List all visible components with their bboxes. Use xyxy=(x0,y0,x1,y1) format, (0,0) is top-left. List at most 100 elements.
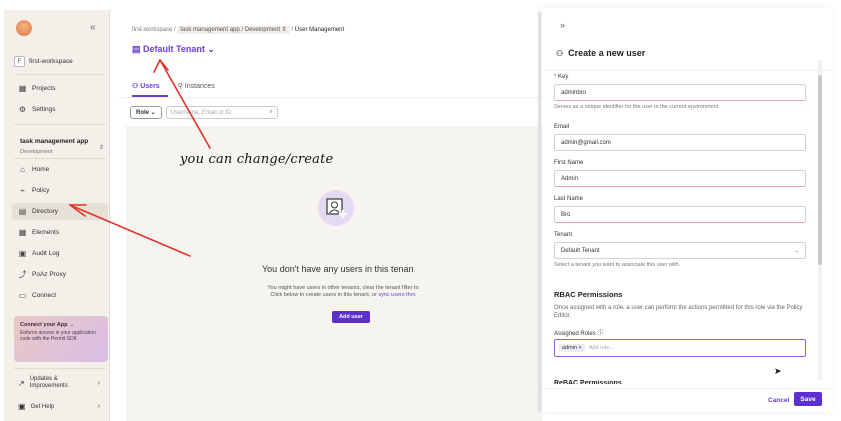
rbac-desc: Once assigned with a role, a user can pe… xyxy=(554,305,803,320)
drawer-title: ⚇ Create a new user xyxy=(556,48,645,58)
sidebar: « F first-workspace ▦ Projects ⚙ Setting… xyxy=(4,10,110,421)
role-chip-admin[interactable]: admin × xyxy=(559,344,585,352)
breadcrumb-separator: / xyxy=(174,27,176,33)
home-icon: ⌂ xyxy=(20,165,25,174)
logo-icon xyxy=(16,20,32,36)
drawer-collapse-button[interactable]: » xyxy=(560,20,565,30)
sidebar-item-home[interactable]: ⌂ Home xyxy=(12,161,108,178)
breadcrumb-app-env[interactable]: task management app / Development ⇕ xyxy=(177,26,290,34)
chevron-updown-icon: ⇕ xyxy=(99,145,105,151)
add-user-button[interactable]: Add user xyxy=(332,311,370,323)
key-label: * Key xyxy=(554,74,568,80)
save-button[interactable]: Save xyxy=(794,392,822,406)
key-input[interactable]: adminbro xyxy=(554,84,806,101)
sidebar-item-label: Settings xyxy=(32,106,56,113)
last-name-value: Bro xyxy=(561,211,571,218)
empty-desc-line: You might have users in other tenants, c… xyxy=(267,285,419,291)
assigned-roles-label: Assigned Roles ⓘ xyxy=(554,331,604,337)
app-name: task management app xyxy=(20,138,89,145)
annotation-text: you can change/create xyxy=(180,152,334,167)
proxy-icon: ⤴ xyxy=(18,270,27,279)
user-icon: ⚇ xyxy=(556,48,564,58)
tab-label: Instances xyxy=(184,83,215,90)
rebac-title: ReBAC Permissions xyxy=(554,380,622,384)
tenant-label: Tenant xyxy=(554,232,573,238)
sidebar-item-policy[interactable]: ⌁ Policy xyxy=(12,182,108,199)
sidebar-item-label: Updates & Improvements xyxy=(29,376,68,390)
top-strip xyxy=(0,0,841,6)
cancel-button[interactable]: Cancel xyxy=(768,397,789,404)
sidebar-item-directory[interactable]: ▤ Directory xyxy=(12,203,108,220)
elements-icon: ▦ xyxy=(18,228,27,237)
workspace-badge: F xyxy=(14,56,25,67)
empty-desc-line: Click below to create users in this tena… xyxy=(270,292,377,299)
email-label: Email xyxy=(554,124,570,130)
instances-icon: ⚲ xyxy=(177,83,185,90)
user-frame-icon xyxy=(326,198,347,218)
last-name-label: Last Name xyxy=(554,196,584,202)
sidebar-item-label: Connect xyxy=(32,292,57,299)
updates-icon: ↗ xyxy=(18,378,25,388)
filters: Role ⌄ Username, Email or ID ⌕ xyxy=(130,106,278,119)
sidebar-item-label: Home xyxy=(32,166,50,173)
divider xyxy=(14,368,106,369)
sidebar-item-label: Directory xyxy=(32,208,59,215)
tenant-help: Select a tenant you want to associate th… xyxy=(554,262,681,268)
promo-title: Connect your App → xyxy=(20,322,75,328)
sidebar-item-poaz-proxy[interactable]: ⤴ PoAz Proxy xyxy=(12,266,108,283)
email-field[interactable]: admin@gmail.com xyxy=(554,134,806,151)
sidebar-item-settings[interactable]: ⚙ Settings xyxy=(12,101,108,118)
assigned-roles-input[interactable]: admin × Add role... xyxy=(554,339,806,357)
sidebar-item-audit-log[interactable]: ▣ Audit Log xyxy=(12,245,108,262)
tab-users[interactable]: ⚇ Users xyxy=(132,82,160,90)
first-name-value: Admin xyxy=(561,175,579,182)
divider xyxy=(14,158,106,159)
last-name-field[interactable]: Bro xyxy=(554,206,806,223)
workspace-name: first-workspace xyxy=(29,58,73,65)
required-mark: * xyxy=(554,74,557,80)
sidebar-collapse-button[interactable]: « xyxy=(90,22,96,33)
key-value: adminbro xyxy=(561,89,587,96)
empty-state-desc: You might have users in other tenants, c… xyxy=(243,285,443,300)
workspace-switcher[interactable]: F first-workspace xyxy=(14,56,73,67)
email-value: admin@gmail.com xyxy=(561,139,611,146)
drawer-title-text: Create a new user xyxy=(568,48,646,58)
users-icon: ⚇ xyxy=(132,83,141,90)
tenant-select[interactable]: Default Tenant ⌄ xyxy=(554,242,806,259)
search-icon: ⌕ xyxy=(269,109,273,115)
chevron-right-icon: › xyxy=(97,403,100,410)
empty-users-illustration xyxy=(318,190,354,226)
divider xyxy=(118,97,542,98)
tenant-icon: ▤ xyxy=(132,44,144,54)
connect-app-promo[interactable]: Connect your App → Enforce access in you… xyxy=(14,316,108,362)
breadcrumb-workspace[interactable]: first-workspace xyxy=(132,27,172,33)
sidebar-item-connect[interactable]: ▭ Connect xyxy=(12,287,108,304)
sidebar-item-projects[interactable]: ▦ Projects xyxy=(12,80,108,97)
sidebar-item-get-help[interactable]: ▣ Get Help › xyxy=(12,402,108,411)
breadcrumb-current: User Management xyxy=(294,27,345,33)
breadcrumb: first-workspace / task management app / … xyxy=(132,26,345,34)
sidebar-item-label: Policy xyxy=(32,187,50,194)
sync-users-link[interactable]: sync users thro xyxy=(378,292,415,298)
key-label-text: Key xyxy=(558,74,569,80)
directory-icon: ▤ xyxy=(18,207,27,216)
tab-label: Users xyxy=(140,83,160,90)
main-scrollbar[interactable] xyxy=(538,12,541,412)
breadcrumb-separator: / xyxy=(291,27,294,33)
policy-icon: ⌁ xyxy=(20,186,25,195)
tab-instances[interactable]: ⚲ Instances xyxy=(178,82,215,90)
role-filter-button[interactable]: Role ⌄ xyxy=(130,106,162,119)
divider xyxy=(542,70,832,71)
gear-icon: ⚙ xyxy=(18,105,27,114)
tenant-selector[interactable]: ▤ Default Tenant ⌄ xyxy=(132,44,215,55)
sidebar-item-updates[interactable]: ↗ Updates & Improvements › xyxy=(12,376,108,390)
audit-log-icon: ▣ xyxy=(18,249,27,258)
connect-icon: ▭ xyxy=(18,291,27,300)
chevron-right-icon: › xyxy=(97,379,100,387)
rbac-title: RBAC Permissions xyxy=(554,290,623,299)
tenant-label: Default Tenant ⌄ xyxy=(143,44,215,54)
first-name-field[interactable]: Admin xyxy=(554,170,806,187)
search-input[interactable]: Username, Email or ID ⌕ xyxy=(165,106,278,119)
sidebar-item-elements[interactable]: ▦ Elements xyxy=(12,224,108,241)
drawer-scrollbar-thumb[interactable] xyxy=(818,75,822,265)
